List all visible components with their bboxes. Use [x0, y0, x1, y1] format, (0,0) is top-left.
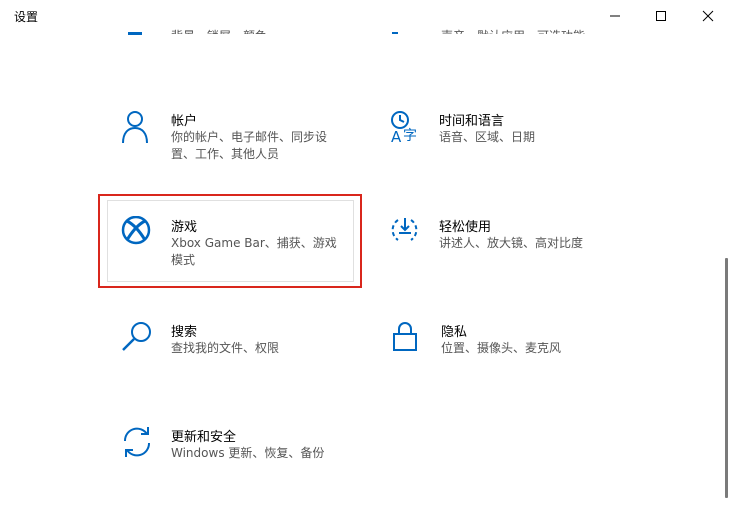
person-icon — [121, 110, 157, 146]
tile-accounts-desc: 你的帐户、电子邮件、同步设置、工作、其他人员 — [171, 130, 328, 161]
close-icon — [702, 10, 714, 22]
title-bar: 设置 — [0, 0, 731, 32]
tile-update-security-title: 更新和安全 — [171, 430, 237, 445]
tile-gaming-title: 游戏 — [171, 220, 198, 235]
personalization-icon-partial — [128, 32, 142, 35]
tile-time-language-title: 时间和语言 — [439, 114, 505, 129]
tile-privacy[interactable]: 隐私 位置、摄像头、麦克风 — [391, 321, 631, 371]
sync-icon — [121, 426, 157, 462]
tile-gaming[interactable]: 游戏 Xbox Game Bar、捕获、游戏模式 — [121, 216, 346, 276]
ease-of-access-icon — [389, 216, 425, 252]
tile-accounts-title: 帐户 — [171, 114, 198, 129]
close-button[interactable] — [685, 0, 731, 32]
tile-time-language[interactable]: A 字 时间和语言 语音、区域、日期 — [389, 110, 629, 160]
xbox-icon — [121, 216, 157, 252]
tile-update-security[interactable]: 更新和安全 Windows 更新、恢复、备份 — [121, 426, 361, 476]
tile-ease-of-access-title: 轻松使用 — [439, 220, 492, 235]
tile-time-language-desc: 语音、区域、日期 — [439, 130, 536, 144]
tile-update-security-desc: Windows 更新、恢复、备份 — [171, 446, 325, 460]
apps-desc-partial: 声音、默认应用、可选功能 — [441, 24, 585, 34]
tile-accounts[interactable]: 帐户 你的帐户、电子邮件、同步设置、工作、其他人员 — [121, 110, 361, 170]
tile-search-title: 搜索 — [171, 325, 198, 340]
maximize-icon — [656, 11, 666, 21]
minimize-icon — [610, 15, 620, 17]
tile-ease-of-access[interactable]: 轻松使用 讲述人、放大镜、高对比度 — [389, 216, 629, 266]
svg-text:A: A — [391, 128, 402, 144]
time-language-icon: A 字 — [389, 110, 425, 146]
window-title: 设置 — [14, 10, 39, 24]
tile-privacy-title: 隐私 — [441, 325, 468, 340]
lock-icon — [391, 321, 427, 357]
minimize-button[interactable] — [592, 0, 638, 32]
tile-gaming-desc: Xbox Game Bar、捕获、游戏模式 — [171, 236, 337, 267]
personalization-desc-partial: 背景、锁屏、颜色 — [171, 24, 267, 34]
tile-search-desc: 查找我的文件、权限 — [171, 341, 280, 355]
svg-text:字: 字 — [403, 128, 417, 144]
maximize-button[interactable] — [638, 0, 684, 32]
scrollbar-thumb[interactable] — [725, 258, 728, 498]
search-icon — [121, 321, 157, 357]
tile-search[interactable]: 搜索 查找我的文件、权限 — [121, 321, 361, 371]
apps-icon-partial — [392, 32, 398, 34]
tile-privacy-desc: 位置、摄像头、麦克风 — [441, 341, 562, 355]
tile-ease-of-access-desc: 讲述人、放大镜、高对比度 — [439, 236, 584, 250]
